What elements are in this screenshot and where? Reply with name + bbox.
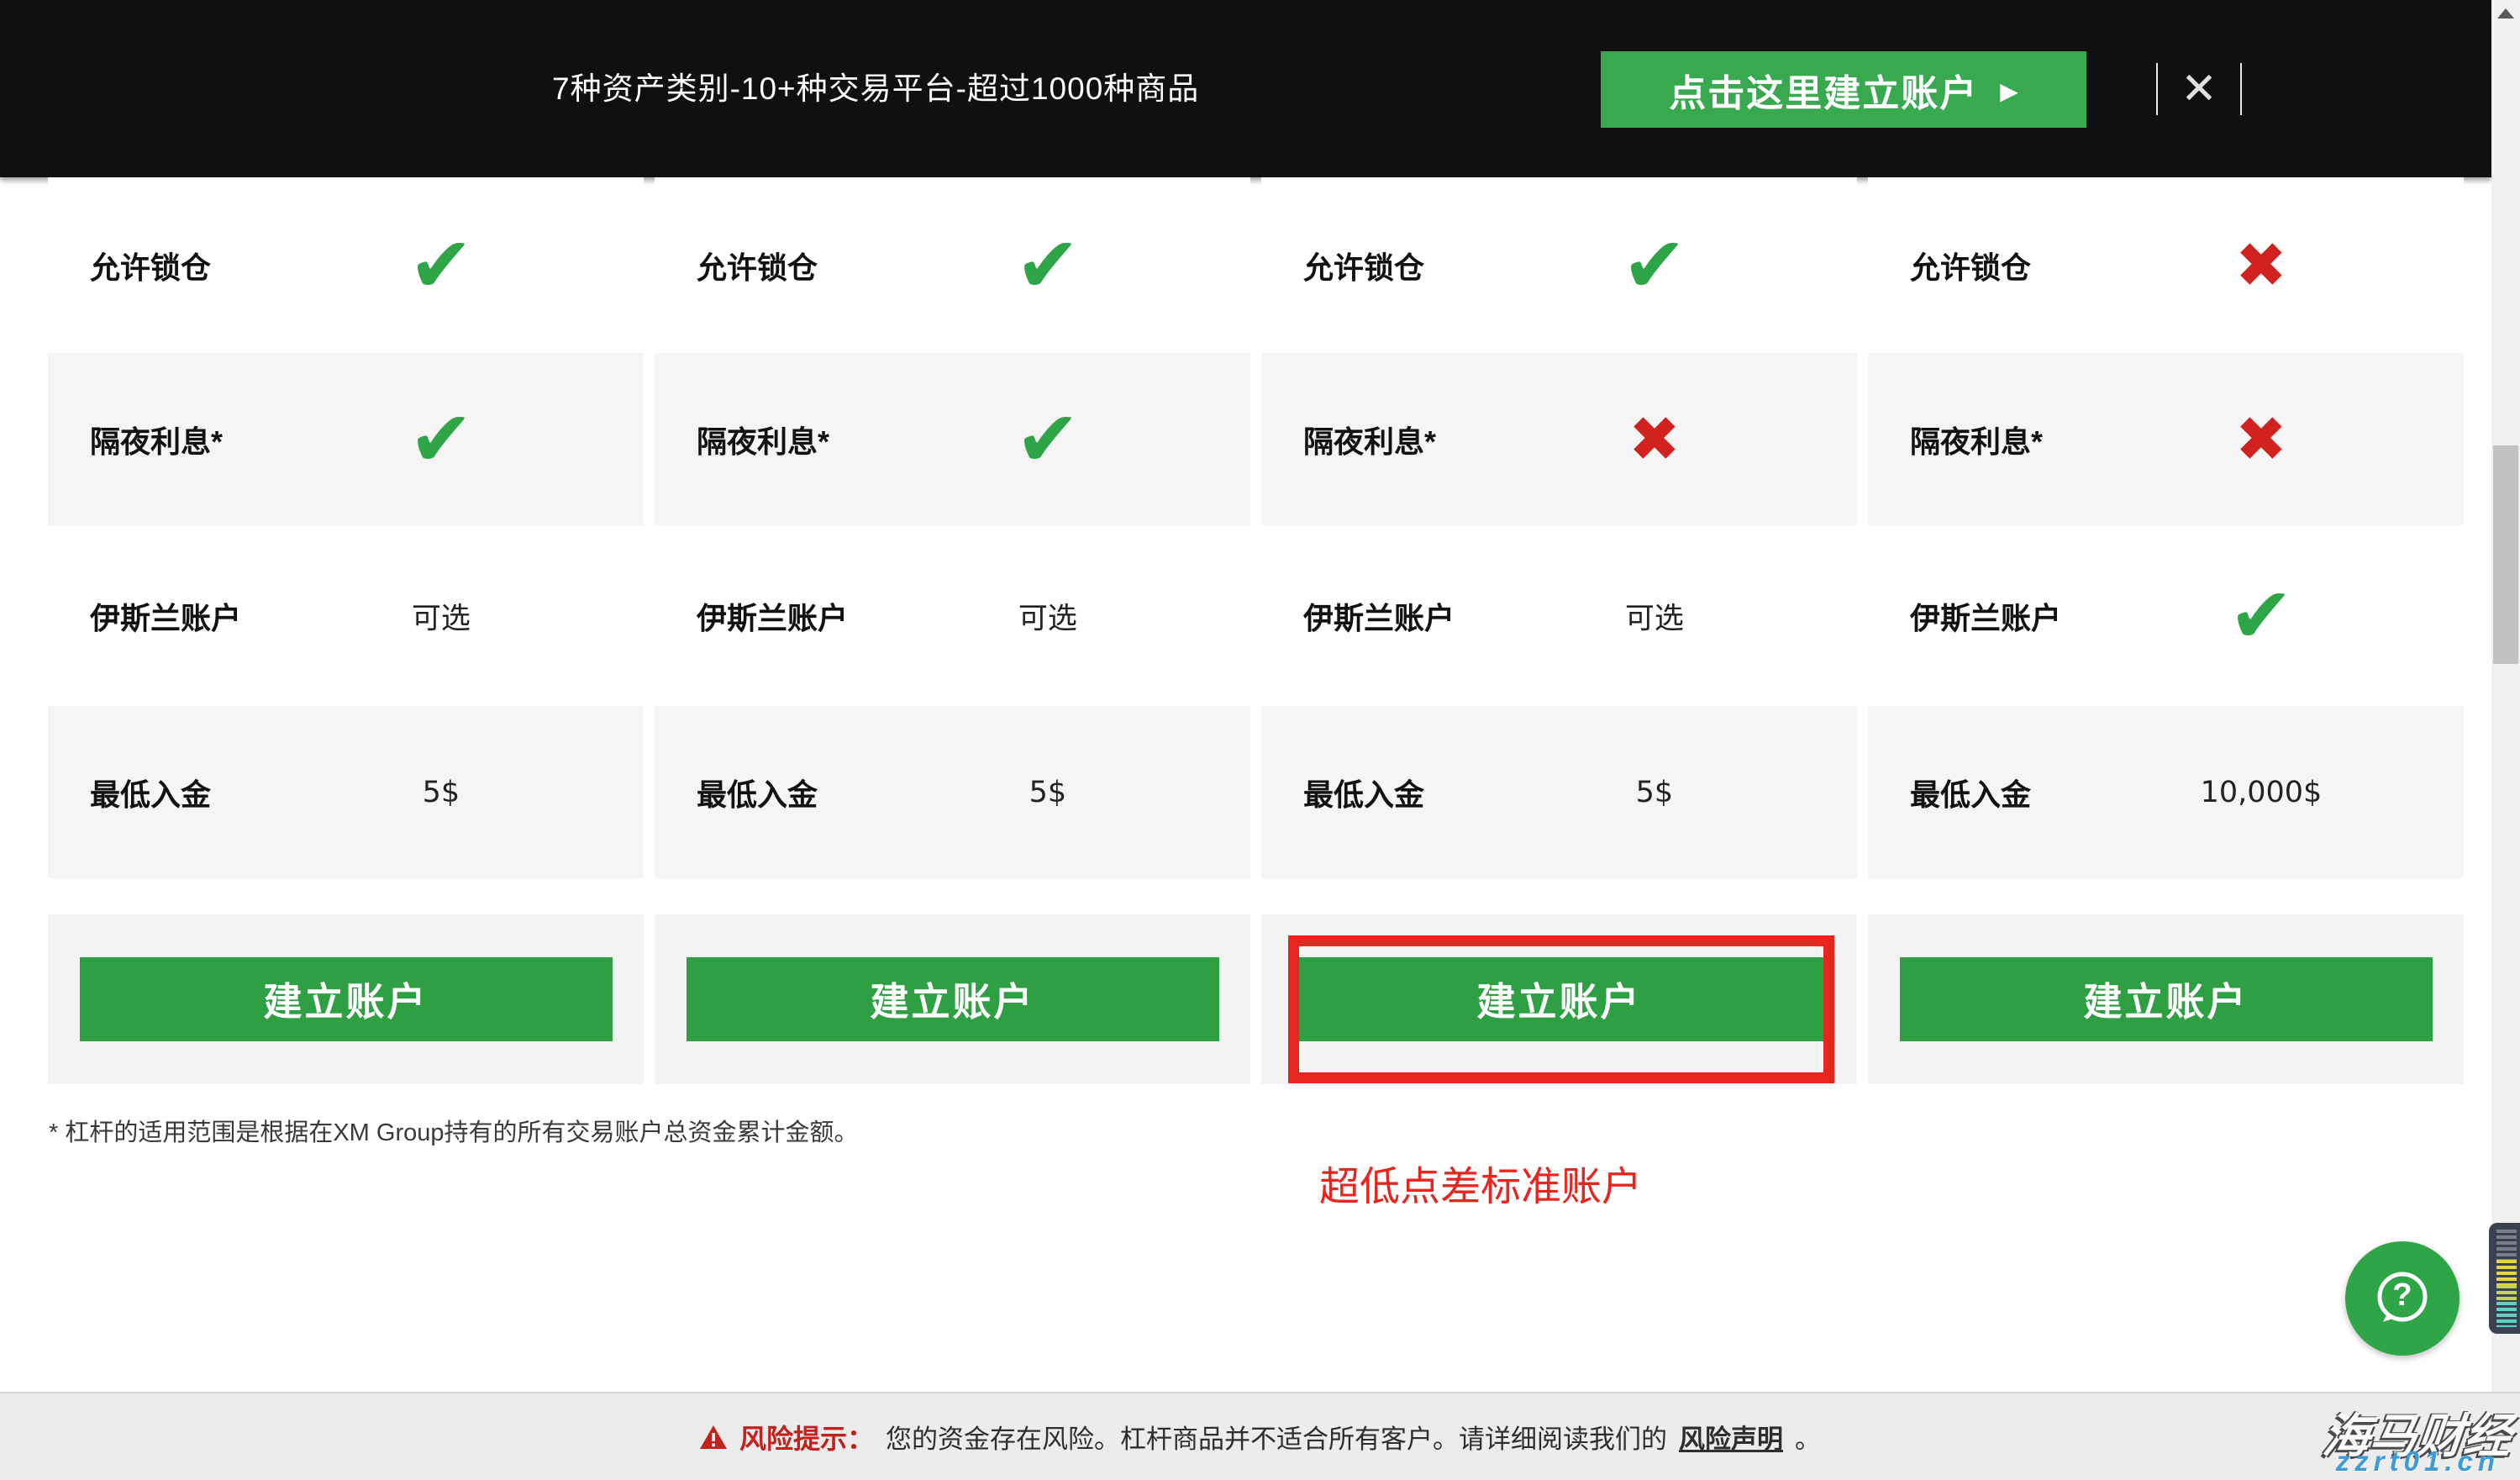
- arrow-right-icon: ▶: [2000, 74, 2018, 105]
- account-comparison-table: 允许锁仓 允许锁仓 允许锁仓 允许锁仓 隔夜利息* 隔夜利息* 隔夜利息*: [48, 177, 2464, 1084]
- feature-value: 5$: [1029, 776, 1067, 809]
- feature-value: [408, 401, 473, 478]
- button-cell: 建立账户: [1868, 914, 2464, 1084]
- table-row-buttons: 建立账户 建立账户 建立账户 建立账户: [48, 914, 2464, 1084]
- button-cell: 建立账户: [48, 914, 644, 1084]
- feature-value: 5$: [1636, 776, 1674, 809]
- watermark-domain: zzrt01.cn: [2336, 1446, 2500, 1477]
- scrollbar-track[interactable]: [2491, 0, 2520, 1392]
- indicator-teal-stripes: [2496, 1302, 2517, 1327]
- button-cell: 建立账户: [655, 914, 1250, 1084]
- feature-label: 允许锁仓: [1910, 244, 2031, 287]
- feature-cell: 允许锁仓: [1261, 177, 1857, 353]
- feature-value: [408, 227, 473, 304]
- feature-cell: 伊斯兰账户 可选: [655, 525, 1250, 706]
- feature-cell: 伊斯兰账户 可选: [1261, 525, 1857, 706]
- indicator-yellow-stripes: [2496, 1260, 2517, 1285]
- risk-warning-bar: 风险提示： 您的资金存在风险。杠杆商品并不适合所有客户。请详细阅读我们的风险声明…: [0, 1392, 2520, 1480]
- feature-label: 最低入金: [90, 771, 211, 814]
- feature-cell: 允许锁仓: [655, 177, 1250, 353]
- feature-label: 最低入金: [1303, 771, 1424, 814]
- feature-label: 最低入金: [1910, 771, 2031, 814]
- risk-warning-text: 您的资金存在风险。杠杆商品并不适合所有客户。请详细阅读我们的: [886, 1418, 1667, 1456]
- promo-title: 7种资产类别-10+种交易平台-超过1000种商品: [552, 0, 1199, 177]
- close-button[interactable]: ✕: [2156, 63, 2242, 115]
- feature-value: [2235, 408, 2287, 471]
- feature-cell: 隔夜利息*: [1868, 353, 2464, 525]
- feature-label: 伊斯兰账户: [697, 594, 848, 638]
- feature-value: [1015, 227, 1080, 304]
- feature-cell: 伊斯兰账户: [1868, 525, 2464, 706]
- help-chat-button[interactable]: ?: [2345, 1241, 2459, 1356]
- feature-label: 最低入金: [697, 771, 818, 814]
- table-row-swap: 隔夜利息* 隔夜利息* 隔夜利息* 隔夜利息*: [48, 353, 2464, 525]
- feature-value: [1628, 408, 1681, 471]
- feature-cell: 允许锁仓: [1868, 177, 2464, 353]
- feature-cell: 最低入金 5$: [48, 706, 644, 878]
- feature-value: 可选: [412, 594, 471, 637]
- risk-disclosure-link[interactable]: 风险声明: [1679, 1418, 1783, 1456]
- table-row-min-deposit: 最低入金 5$ 最低入金 5$ 最低入金 5$ 最低入金 10,000$: [48, 706, 2464, 878]
- scrollbar-up-arrow[interactable]: [2497, 8, 2514, 18]
- feature-label: 隔夜利息*: [1910, 418, 2043, 461]
- create-account-button-3[interactable]: 建立账户: [1293, 957, 1826, 1041]
- question-bubble-icon: ?: [2367, 1263, 2438, 1334]
- feature-label: 隔夜利息*: [90, 418, 223, 461]
- feature-cell: 允许锁仓: [48, 177, 644, 353]
- close-icon: ✕: [2181, 67, 2217, 111]
- feature-cell: 最低入金 5$: [655, 706, 1250, 878]
- risk-warning-suffix: 。: [1795, 1418, 1821, 1456]
- feature-value: 可选: [1018, 594, 1077, 637]
- feature-label: 允许锁仓: [1303, 244, 1424, 287]
- feature-value: 可选: [1625, 594, 1684, 637]
- create-account-button-1[interactable]: 建立账户: [80, 957, 613, 1041]
- indicator-gray-stripes: [2496, 1230, 2517, 1260]
- create-account-button-4[interactable]: 建立账户: [1900, 957, 2433, 1041]
- indicator-lime-stripes: [2496, 1285, 2517, 1302]
- warning-triangle-icon: [699, 1425, 728, 1450]
- button-cell: 建立账户: [1261, 914, 1857, 1084]
- feature-cell: 最低入金 10,000$: [1868, 706, 2464, 878]
- feature-value: [1015, 401, 1080, 478]
- feature-label: 伊斯兰账户: [1303, 594, 1455, 638]
- table-row-islamic: 伊斯兰账户 可选 伊斯兰账户 可选 伊斯兰账户 可选 伊斯兰账户: [48, 525, 2464, 706]
- create-account-cta-button[interactable]: 点击这里建立账户 ▶: [1601, 51, 2086, 128]
- feature-value: 10,000$: [2201, 776, 2323, 809]
- feature-cell: 伊斯兰账户 可选: [48, 525, 644, 706]
- risk-warning-label: 风险提示：: [739, 1418, 874, 1456]
- leverage-footnote: * 杠杆的适用范围是根据在XM Group持有的所有交易账户总资金累计金额。: [49, 1113, 859, 1148]
- scroll-capture-indicator: [2489, 1223, 2520, 1334]
- svg-text:?: ?: [2392, 1277, 2412, 1313]
- feature-value: [2235, 234, 2287, 297]
- cta-label: 点击这里建立账户: [1669, 63, 1978, 117]
- table-row-hedging: 允许锁仓 允许锁仓 允许锁仓 允许锁仓: [48, 177, 2464, 353]
- create-account-button-2[interactable]: 建立账户: [687, 957, 1219, 1041]
- red-annotation-label: 超低点差标准账户: [1319, 1153, 1642, 1212]
- top-promo-bar: 7种资产类别-10+种交易平台-超过1000种商品 点击这里建立账户 ▶ ✕: [0, 0, 2491, 177]
- feature-label: 隔夜利息*: [1303, 418, 1436, 461]
- feature-label: 伊斯兰账户: [1910, 594, 2061, 638]
- feature-cell: 隔夜利息*: [655, 353, 1250, 525]
- scrollbar-thumb[interactable]: [2493, 445, 2518, 664]
- feature-cell: 最低入金 5$: [1261, 706, 1857, 878]
- feature-label: 允许锁仓: [697, 244, 818, 287]
- feature-label: 伊斯兰账户: [90, 594, 241, 638]
- feature-label: 允许锁仓: [90, 244, 211, 287]
- feature-value: 5$: [423, 776, 460, 809]
- feature-cell: 隔夜利息*: [48, 353, 644, 525]
- feature-cell: 隔夜利息*: [1261, 353, 1857, 525]
- feature-value: [1622, 227, 1686, 304]
- feature-label: 隔夜利息*: [697, 418, 829, 461]
- feature-value: [2228, 577, 2293, 655]
